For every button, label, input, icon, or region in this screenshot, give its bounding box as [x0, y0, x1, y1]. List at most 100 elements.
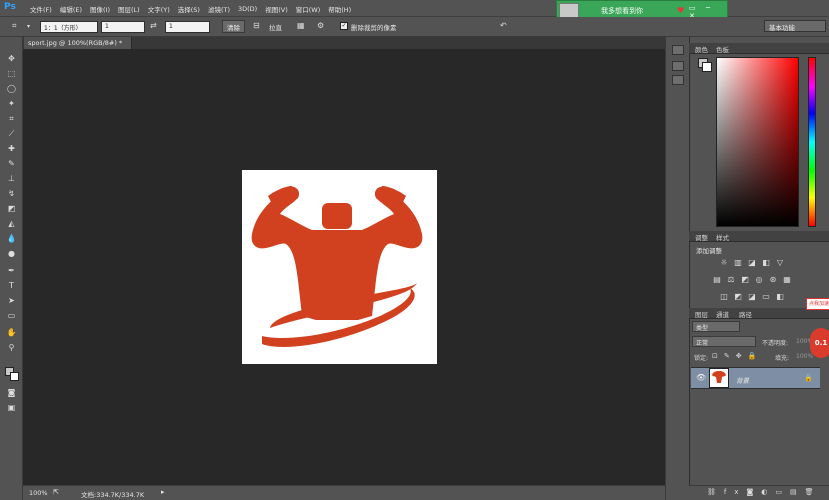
document-image[interactable] [242, 170, 437, 364]
blur-tool-icon[interactable]: 💧 [4, 233, 19, 245]
layer-name[interactable]: 背景 [736, 375, 749, 385]
crop-icon[interactable]: ⌗ [12, 21, 17, 31]
delete-cropped-checkbox[interactable]: ✓ [340, 22, 348, 30]
blend-mode-select[interactable]: 正常 [692, 336, 756, 347]
invert-icon[interactable]: ◫ [719, 292, 729, 301]
heart-icon[interactable]: ♥ [677, 6, 684, 15]
grid-icon[interactable]: ▦ [297, 21, 305, 30]
menu-select[interactable]: 选择(S) [174, 4, 204, 14]
menu-window[interactable]: 窗口(W) [292, 4, 325, 14]
selective-color-icon[interactable]: ◧ [775, 292, 785, 301]
hue-saturation-icon[interactable]: ▤ [712, 275, 722, 284]
workspace-select[interactable]: 基本功能 [764, 20, 826, 32]
lasso-tool-icon[interactable]: ◯ [4, 83, 19, 95]
curves-icon[interactable]: ◪ [747, 258, 757, 267]
threshold-icon[interactable]: ◪ [747, 292, 757, 301]
hue-slider[interactable] [808, 57, 816, 227]
levels-icon[interactable]: ▥ [733, 258, 743, 267]
menu-edit[interactable]: 编辑(E) [56, 4, 86, 14]
color-lookup-icon[interactable]: ▦ [782, 275, 792, 284]
properties-panel-icon[interactable] [672, 61, 684, 71]
marquee-tool-icon[interactable]: ⬚ [4, 68, 19, 80]
gear-icon[interactable]: ⚙ [317, 21, 324, 30]
tab-paths[interactable]: 路径 [739, 309, 752, 319]
type-tool-icon[interactable]: T [4, 280, 19, 292]
path-select-icon[interactable]: ➤ [4, 295, 19, 307]
color-balance-icon[interactable]: ⚖ [726, 275, 736, 284]
move-tool-icon[interactable]: ✥ [4, 53, 19, 65]
group-icon[interactable]: ▭ [775, 488, 790, 496]
tab-color[interactable]: 颜色 [695, 44, 708, 54]
eraser-icon[interactable]: ◩ [4, 203, 19, 215]
history-panel-icon[interactable] [672, 45, 684, 55]
tab-swatches[interactable]: 色板 [716, 44, 729, 54]
brush-tool-icon[interactable]: ✎ [4, 158, 19, 170]
fill-value[interactable]: 100% [796, 353, 813, 360]
photo-filter-icon[interactable]: ◎ [754, 275, 764, 284]
delete-layer-icon[interactable]: 🗑 [805, 488, 822, 496]
menu-layer[interactable]: 图层(L) [114, 4, 144, 14]
hand-tool-icon[interactable]: ✋ [4, 327, 19, 339]
pen-tool-icon[interactable]: ✒ [4, 265, 19, 277]
eye-icon[interactable]: 👁 [696, 373, 706, 382]
mask-icon[interactable]: ◙ [747, 488, 762, 496]
menu-items: 文件(F) 编辑(E) 图像(I) 图层(L) 文字(Y) 选择(S) 滤镜(T… [26, 0, 355, 17]
layer-kind-filter[interactable]: 类型 [692, 321, 740, 332]
menu-3d[interactable]: 3D(D) [234, 5, 261, 13]
menu-filter[interactable]: 滤镜(T) [204, 4, 234, 14]
quick-mask-icon[interactable]: ◙ [4, 387, 19, 399]
black-white-icon[interactable]: ◩ [740, 275, 750, 284]
speedup-label[interactable]: 点我加速 [806, 298, 829, 310]
bucket-icon[interactable]: ◭ [4, 218, 19, 230]
channel-mixer-icon[interactable]: ⊛ [768, 275, 778, 284]
eyedropper-icon[interactable]: ⟋ [4, 128, 19, 140]
vibrance-icon[interactable]: ▽ [775, 258, 785, 267]
link-layers-icon[interactable]: ⛓ [707, 488, 724, 496]
screen-mode-icon[interactable]: ▣ [4, 402, 19, 414]
swap-icon[interactable]: ⇄ [150, 21, 157, 30]
exposure-icon[interactable]: ◧ [761, 258, 771, 267]
menu-image[interactable]: 图像(I) [86, 4, 114, 14]
reset-icon[interactable]: ↶ [500, 21, 507, 30]
lock-options-icon[interactable]: ⊡✎✥🔒 [712, 352, 762, 360]
speedup-badge[interactable]: 0.1 [810, 328, 829, 358]
shape-tool-icon[interactable]: ▭ [4, 310, 19, 322]
fx-icon[interactable]: fx [724, 488, 747, 496]
posterize-icon[interactable]: ◩ [733, 292, 743, 301]
zoom-tool-icon[interactable]: ⚲ [4, 342, 19, 354]
tab-channels[interactable]: 通道 [716, 309, 729, 319]
dodge-tool-icon[interactable]: ● [4, 248, 19, 260]
layers-bottom-toolbar: ⛓fx◙◐▭▤🗑 [689, 485, 829, 500]
gradient-map-icon[interactable]: ▭ [761, 292, 771, 301]
brightness-icon[interactable]: ☼ [719, 258, 729, 267]
menu-help[interactable]: 帮助(H) [324, 4, 355, 14]
zoom-level[interactable]: 100% [29, 489, 48, 497]
healing-brush-icon[interactable]: ✚ [4, 143, 19, 155]
ratio-select[interactable]: 1：1（方形） [40, 21, 98, 33]
background-color-swatch[interactable] [10, 372, 19, 381]
menu-file[interactable]: 文件(F) [26, 4, 56, 14]
menu-view[interactable]: 视图(V) [261, 4, 292, 14]
chevron-down-icon[interactable]: ▾ [27, 23, 30, 30]
clone-stamp-icon[interactable]: ⊥ [4, 173, 19, 185]
tab-layers[interactable]: 图层 [695, 309, 708, 319]
history-brush-icon[interactable]: ↯ [4, 188, 19, 200]
magic-wand-icon[interactable]: ✦ [4, 98, 19, 110]
tab-adjustments[interactable]: 调整 [695, 232, 708, 242]
new-layer-icon[interactable]: ▤ [790, 488, 805, 496]
panel-background-swatch[interactable] [702, 62, 712, 72]
width-field[interactable]: 1 [101, 21, 145, 33]
clear-button[interactable]: 清除 [222, 20, 245, 33]
document-tab[interactable]: sport.jpg @ 100%(RGB/8#) * [24, 37, 132, 49]
menu-type[interactable]: 文字(Y) [144, 4, 174, 14]
info-panel-icon[interactable] [672, 75, 684, 85]
crop-tool-icon[interactable]: ⌗ [4, 113, 19, 125]
height-field[interactable]: 1 [165, 21, 210, 33]
tab-styles[interactable]: 样式 [716, 232, 729, 242]
straighten-icon[interactable]: ⊟ [253, 21, 260, 30]
status-export-icon[interactable]: ⇱ [53, 488, 59, 496]
adjustment-layer-icon[interactable]: ◐ [761, 488, 775, 496]
status-menu-arrow-icon[interactable]: ▸ [161, 488, 165, 496]
straighten-label[interactable]: 拉直 [269, 22, 282, 32]
color-picker-field[interactable] [716, 57, 799, 227]
